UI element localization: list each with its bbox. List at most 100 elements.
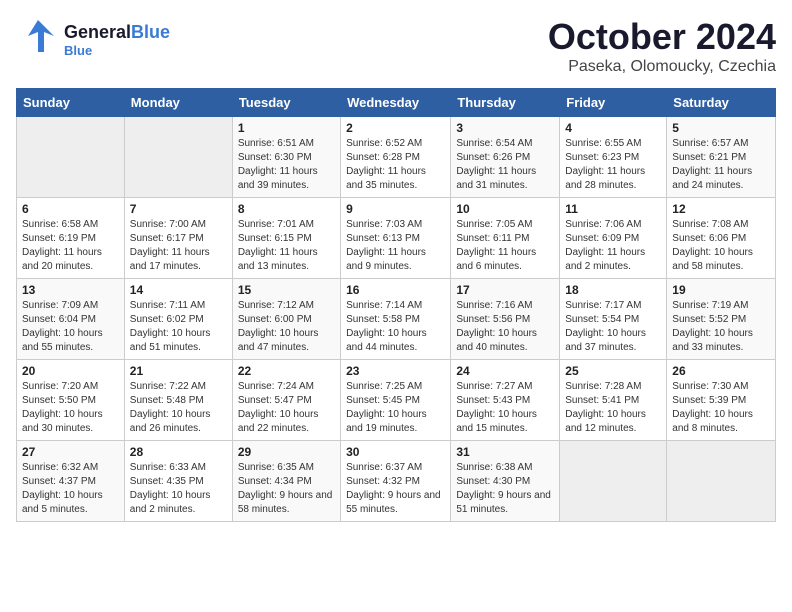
col-header-monday: Monday xyxy=(124,89,232,117)
day-number: 15 xyxy=(238,283,335,297)
day-info: Sunrise: 7:09 AM Sunset: 6:04 PM Dayligh… xyxy=(22,299,119,355)
day-number: 12 xyxy=(672,202,770,216)
day-number: 24 xyxy=(456,364,554,378)
day-info: Sunrise: 7:24 AM Sunset: 5:47 PM Dayligh… xyxy=(238,380,335,436)
day-info: Sunrise: 7:03 AM Sunset: 6:13 PM Dayligh… xyxy=(346,218,445,274)
day-number: 10 xyxy=(456,202,554,216)
calendar-cell: 19 Sunrise: 7:19 AM Sunset: 5:52 PM Dayli… xyxy=(667,279,776,360)
calendar-cell: 6 Sunrise: 6:58 AM Sunset: 6:19 PM Daylig… xyxy=(17,198,125,279)
col-header-tuesday: Tuesday xyxy=(232,89,340,117)
day-number: 6 xyxy=(22,202,119,216)
day-info: Sunrise: 7:14 AM Sunset: 5:58 PM Dayligh… xyxy=(346,299,445,355)
day-number: 4 xyxy=(565,121,661,135)
day-number: 17 xyxy=(456,283,554,297)
col-header-sunday: Sunday xyxy=(17,89,125,117)
logo-general: General xyxy=(64,22,131,42)
day-number: 2 xyxy=(346,121,445,135)
day-info: Sunrise: 6:58 AM Sunset: 6:19 PM Dayligh… xyxy=(22,218,119,274)
day-info: Sunrise: 6:57 AM Sunset: 6:21 PM Dayligh… xyxy=(672,137,770,193)
day-info: Sunrise: 7:06 AM Sunset: 6:09 PM Dayligh… xyxy=(565,218,661,274)
calendar-cell: 20 Sunrise: 7:20 AM Sunset: 5:50 PM Dayli… xyxy=(17,360,125,441)
calendar-cell: 12 Sunrise: 7:08 AM Sunset: 6:06 PM Dayli… xyxy=(667,198,776,279)
day-number: 9 xyxy=(346,202,445,216)
calendar-table: SundayMondayTuesdayWednesdayThursdayFrid… xyxy=(16,88,776,522)
day-number: 14 xyxy=(130,283,227,297)
calendar-cell xyxy=(17,117,125,198)
day-info: Sunrise: 7:05 AM Sunset: 6:11 PM Dayligh… xyxy=(456,218,554,274)
calendar-cell: 27Sunrise: 6:32 AM Sunset: 4:37 PM Dayli… xyxy=(17,441,125,522)
day-number: 16 xyxy=(346,283,445,297)
day-info: Sunrise: 6:32 AM Sunset: 4:37 PM Dayligh… xyxy=(22,461,119,517)
day-info: Sunrise: 7:01 AM Sunset: 6:15 PM Dayligh… xyxy=(238,218,335,274)
day-info: Sunrise: 6:54 AM Sunset: 6:26 PM Dayligh… xyxy=(456,137,554,193)
calendar-cell: 30Sunrise: 6:37 AM Sunset: 4:32 PM Dayli… xyxy=(341,441,451,522)
calendar-cell: 10 Sunrise: 7:05 AM Sunset: 6:11 PM Dayli… xyxy=(451,198,560,279)
calendar-cell: 29Sunrise: 6:35 AM Sunset: 4:34 PM Dayli… xyxy=(232,441,340,522)
day-number: 5 xyxy=(672,121,770,135)
col-header-saturday: Saturday xyxy=(667,89,776,117)
calendar-cell xyxy=(560,441,667,522)
logo: GeneralBlue Blue xyxy=(16,16,170,65)
calendar-cell: 11Sunrise: 7:06 AM Sunset: 6:09 PM Dayli… xyxy=(560,198,667,279)
day-info: Sunrise: 7:25 AM Sunset: 5:45 PM Dayligh… xyxy=(346,380,445,436)
logo-blue-text: Blue xyxy=(131,22,170,42)
calendar-cell: 31Sunrise: 6:38 AM Sunset: 4:30 PM Dayli… xyxy=(451,441,560,522)
calendar-cell: 4Sunrise: 6:55 AM Sunset: 6:23 PM Daylig… xyxy=(560,117,667,198)
day-info: Sunrise: 7:00 AM Sunset: 6:17 PM Dayligh… xyxy=(130,218,227,274)
day-info: Sunrise: 7:08 AM Sunset: 6:06 PM Dayligh… xyxy=(672,218,770,274)
day-number: 22 xyxy=(238,364,335,378)
day-number: 23 xyxy=(346,364,445,378)
calendar-cell: 8Sunrise: 7:01 AM Sunset: 6:15 PM Daylig… xyxy=(232,198,340,279)
day-info: Sunrise: 7:30 AM Sunset: 5:39 PM Dayligh… xyxy=(672,380,770,436)
week-row-3: 13Sunrise: 7:09 AM Sunset: 6:04 PM Dayli… xyxy=(17,279,776,360)
day-info: Sunrise: 7:11 AM Sunset: 6:02 PM Dayligh… xyxy=(130,299,227,355)
day-info: Sunrise: 7:22 AM Sunset: 5:48 PM Dayligh… xyxy=(130,380,227,436)
day-number: 25 xyxy=(565,364,661,378)
day-number: 19 xyxy=(672,283,770,297)
calendar-cell xyxy=(667,441,776,522)
day-info: Sunrise: 7:16 AM Sunset: 5:56 PM Dayligh… xyxy=(456,299,554,355)
day-number: 31 xyxy=(456,445,554,459)
col-header-friday: Friday xyxy=(560,89,667,117)
calendar-cell: 3 Sunrise: 6:54 AM Sunset: 6:26 PM Daylig… xyxy=(451,117,560,198)
day-number: 18 xyxy=(565,283,661,297)
calendar-header-row: SundayMondayTuesdayWednesdayThursdayFrid… xyxy=(17,89,776,117)
calendar-cell: 26Sunrise: 7:30 AM Sunset: 5:39 PM Dayli… xyxy=(667,360,776,441)
day-info: Sunrise: 6:52 AM Sunset: 6:28 PM Dayligh… xyxy=(346,137,445,193)
day-info: Sunrise: 6:33 AM Sunset: 4:35 PM Dayligh… xyxy=(130,461,227,517)
day-number: 3 xyxy=(456,121,554,135)
page-header: GeneralBlue Blue October 2024 Paseka, Ol… xyxy=(16,16,776,76)
day-number: 21 xyxy=(130,364,227,378)
calendar-cell: 17 Sunrise: 7:16 AM Sunset: 5:56 PM Dayli… xyxy=(451,279,560,360)
calendar-subtitle: Paseka, Olomoucky, Czechia xyxy=(548,58,776,76)
calendar-cell: 24Sunrise: 7:27 AM Sunset: 5:43 PM Dayli… xyxy=(451,360,560,441)
day-number: 7 xyxy=(130,202,227,216)
day-info: Sunrise: 7:20 AM Sunset: 5:50 PM Dayligh… xyxy=(22,380,119,436)
calendar-cell: 14 Sunrise: 7:11 AM Sunset: 6:02 PM Dayli… xyxy=(124,279,232,360)
title-block: October 2024 Paseka, Olomoucky, Czechia xyxy=(548,16,776,76)
calendar-cell: 23 Sunrise: 7:25 AM Sunset: 5:45 PM Dayli… xyxy=(341,360,451,441)
calendar-cell: 9 Sunrise: 7:03 AM Sunset: 6:13 PM Daylig… xyxy=(341,198,451,279)
calendar-cell: 15 Sunrise: 7:12 AM Sunset: 6:00 PM Dayli… xyxy=(232,279,340,360)
week-row-2: 6 Sunrise: 6:58 AM Sunset: 6:19 PM Daylig… xyxy=(17,198,776,279)
day-number: 28 xyxy=(130,445,227,459)
week-row-4: 20 Sunrise: 7:20 AM Sunset: 5:50 PM Dayli… xyxy=(17,360,776,441)
day-number: 20 xyxy=(22,364,119,378)
day-number: 30 xyxy=(346,445,445,459)
col-header-thursday: Thursday xyxy=(451,89,560,117)
calendar-cell: 28 Sunrise: 6:33 AM Sunset: 4:35 PM Dayli… xyxy=(124,441,232,522)
calendar-cell: 16 Sunrise: 7:14 AM Sunset: 5:58 PM Dayli… xyxy=(341,279,451,360)
logo-icon xyxy=(16,16,60,65)
calendar-cell: 5 Sunrise: 6:57 AM Sunset: 6:21 PM Daylig… xyxy=(667,117,776,198)
calendar-cell: 22 Sunrise: 7:24 AM Sunset: 5:47 PM Dayli… xyxy=(232,360,340,441)
col-header-wednesday: Wednesday xyxy=(341,89,451,117)
day-info: Sunrise: 7:12 AM Sunset: 6:00 PM Dayligh… xyxy=(238,299,335,355)
week-row-1: 1Sunrise: 6:51 AM Sunset: 6:30 PM Daylig… xyxy=(17,117,776,198)
week-row-5: 27Sunrise: 6:32 AM Sunset: 4:37 PM Dayli… xyxy=(17,441,776,522)
calendar-cell: 21 Sunrise: 7:22 AM Sunset: 5:48 PM Dayli… xyxy=(124,360,232,441)
day-info: Sunrise: 7:19 AM Sunset: 5:52 PM Dayligh… xyxy=(672,299,770,355)
calendar-cell: 2 Sunrise: 6:52 AM Sunset: 6:28 PM Daylig… xyxy=(341,117,451,198)
day-info: Sunrise: 6:51 AM Sunset: 6:30 PM Dayligh… xyxy=(238,137,335,193)
calendar-title: October 2024 xyxy=(548,16,776,58)
calendar-cell: 18Sunrise: 7:17 AM Sunset: 5:54 PM Dayli… xyxy=(560,279,667,360)
